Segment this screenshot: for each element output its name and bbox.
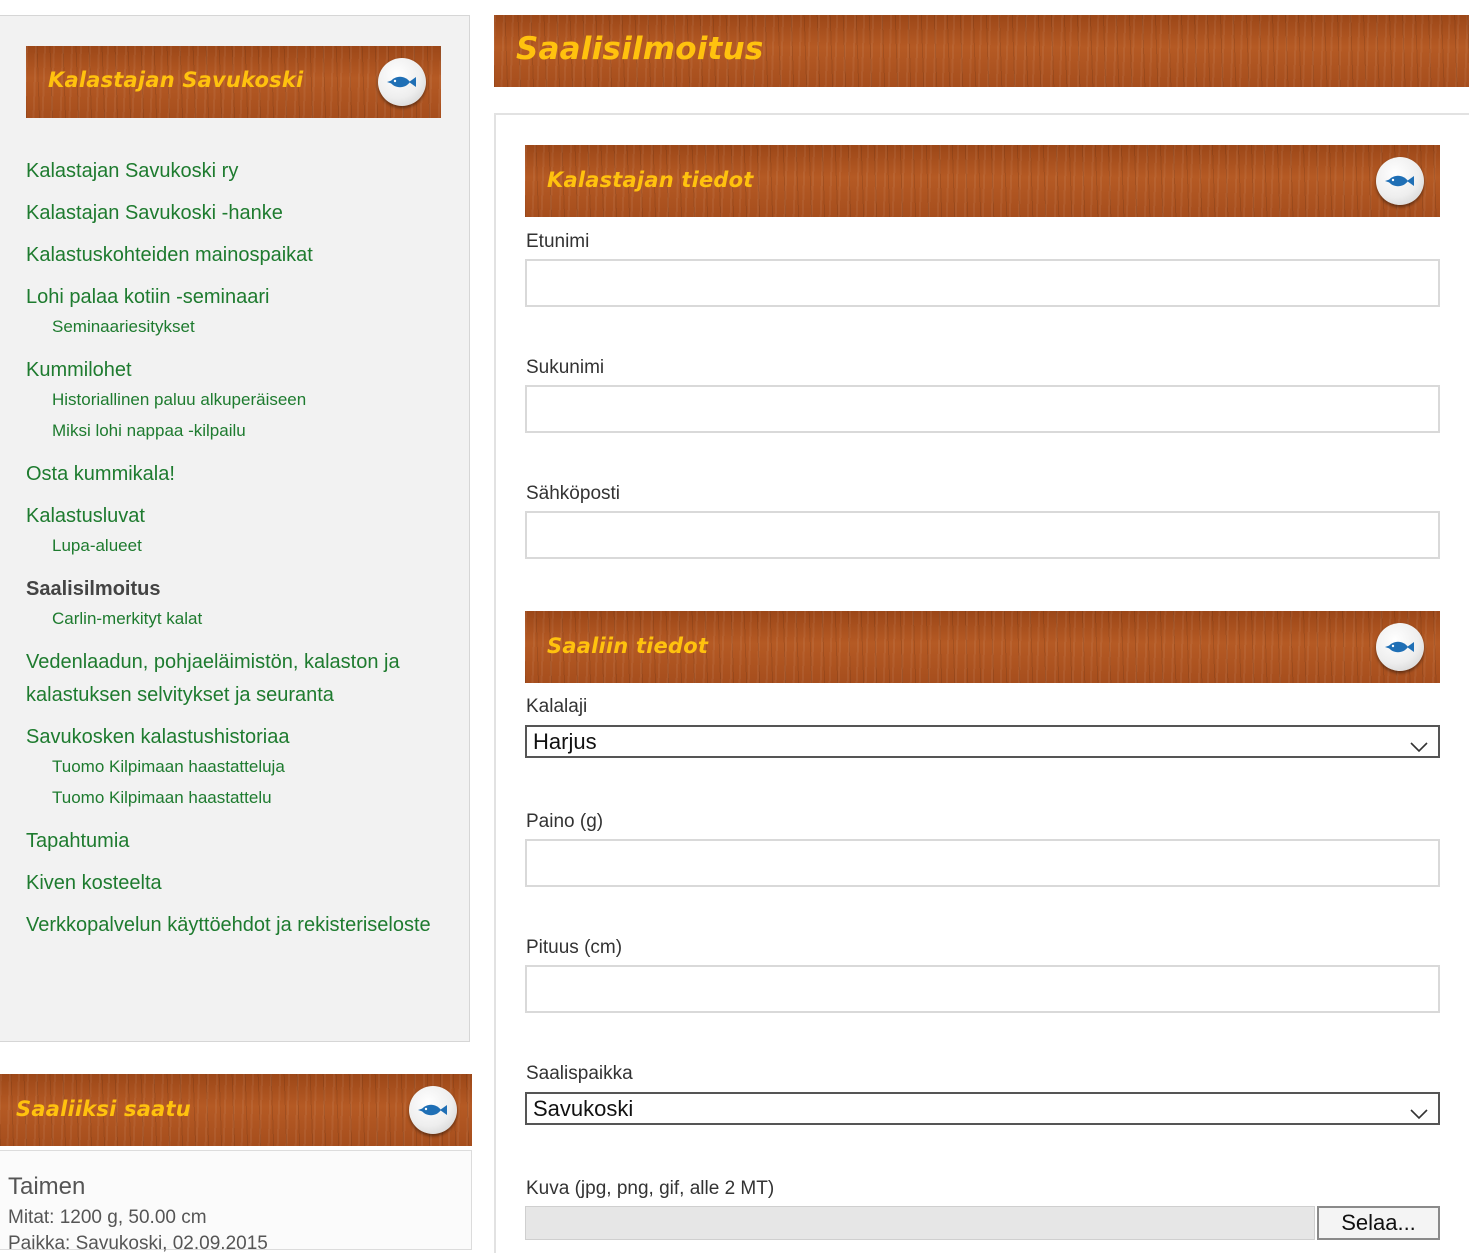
- weight-label: Paino (g): [526, 811, 604, 832]
- sidebar-item[interactable]: Osta kummikala!: [26, 453, 446, 495]
- weight-input[interactable]: [525, 839, 1440, 887]
- species-select-value: Harjus: [533, 729, 597, 754]
- catch-section-title: Saaliin tiedot: [547, 634, 709, 658]
- image-file-input[interactable]: Selaa...: [525, 1206, 1440, 1240]
- sidebar-subitem[interactable]: Seminaariesitykset: [26, 312, 446, 349]
- sidebar-item[interactable]: Kalastuskohteiden mainospaikat: [26, 234, 446, 276]
- catch-widget: Taimen Mitat: 1200 g, 50.00 cm Paikka: S…: [0, 1150, 472, 1254]
- sidebar-nav: Kalastajan Savukoski ry Kalastajan Savuko…: [26, 150, 446, 946]
- sidebar-item[interactable]: Tapahtumia: [26, 820, 446, 862]
- page-title: Saalisilmoitus: [516, 31, 764, 67]
- sidebar-item[interactable]: Vedenlaadun, pohjaeläimistön, kalaston j…: [26, 641, 446, 716]
- length-label: Pituus (cm): [526, 937, 623, 958]
- species-select[interactable]: Harjus: [525, 725, 1440, 758]
- email-input[interactable]: [525, 511, 1440, 559]
- species-label: Kalalaji: [526, 696, 588, 717]
- browse-button[interactable]: Selaa...: [1317, 1206, 1440, 1240]
- catch-species: Taimen: [8, 1173, 86, 1200]
- sidebar-item[interactable]: Kiven kosteelta: [26, 862, 446, 904]
- chevron-down-icon: [1410, 1100, 1428, 1126]
- fish-icon: [1376, 623, 1424, 671]
- catch-section-header: Saaliin tiedot: [525, 611, 1440, 683]
- sidebar-header: Kalastajan Savukoski: [26, 46, 441, 118]
- last-name-input[interactable]: [525, 385, 1440, 433]
- file-path-field[interactable]: [525, 1206, 1315, 1240]
- catch-place: Paikka: Savukoski, 02.09.2015: [8, 1233, 268, 1254]
- fish-icon: [378, 58, 426, 106]
- sidebar-item[interactable]: Kalastajan Savukoski -hanke: [26, 192, 446, 234]
- fish-icon: [1376, 157, 1424, 205]
- place-select[interactable]: Savukoski: [525, 1092, 1440, 1125]
- catch-widget-title: Saaliiksi saatu: [16, 1097, 191, 1121]
- catch-measures: Mitat: 1200 g, 50.00 cm: [8, 1207, 207, 1228]
- page-header: Saalisilmoitus: [494, 15, 1469, 87]
- place-label: Saalispaikka: [526, 1063, 633, 1084]
- sidebar-subitem[interactable]: Carlin-merkityt kalat: [26, 604, 446, 641]
- catch-widget-header: Saaliiksi saatu: [0, 1074, 472, 1146]
- sidebar-title: Kalastajan Savukoski: [48, 68, 304, 92]
- image-label: Kuva (jpg, png, gif, alle 2 MT): [526, 1178, 775, 1199]
- sidebar-subitem[interactable]: Miksi lohi nappaa -kilpailu: [26, 416, 446, 453]
- place-select-value: Savukoski: [533, 1096, 634, 1121]
- first-name-input[interactable]: [525, 259, 1440, 307]
- email-label: Sähköposti: [526, 483, 621, 504]
- length-input[interactable]: [525, 965, 1440, 1013]
- fisher-section-header: Kalastajan tiedot: [525, 145, 1440, 217]
- sidebar-item[interactable]: Kalastajan Savukoski ry: [26, 150, 446, 192]
- sidebar-subitem[interactable]: Lupa-alueet: [26, 531, 446, 568]
- sidebar-subitem[interactable]: Tuomo Kilpimaan haastattelu: [26, 783, 446, 820]
- fish-icon: [409, 1086, 457, 1134]
- chevron-down-icon: [1410, 733, 1428, 759]
- last-name-label: Sukunimi: [526, 357, 605, 378]
- fisher-section-title: Kalastajan tiedot: [547, 168, 754, 192]
- first-name-label: Etunimi: [526, 231, 590, 252]
- sidebar-item[interactable]: Verkkopalvelun käyttöehdot ja rekisteris…: [26, 904, 446, 946]
